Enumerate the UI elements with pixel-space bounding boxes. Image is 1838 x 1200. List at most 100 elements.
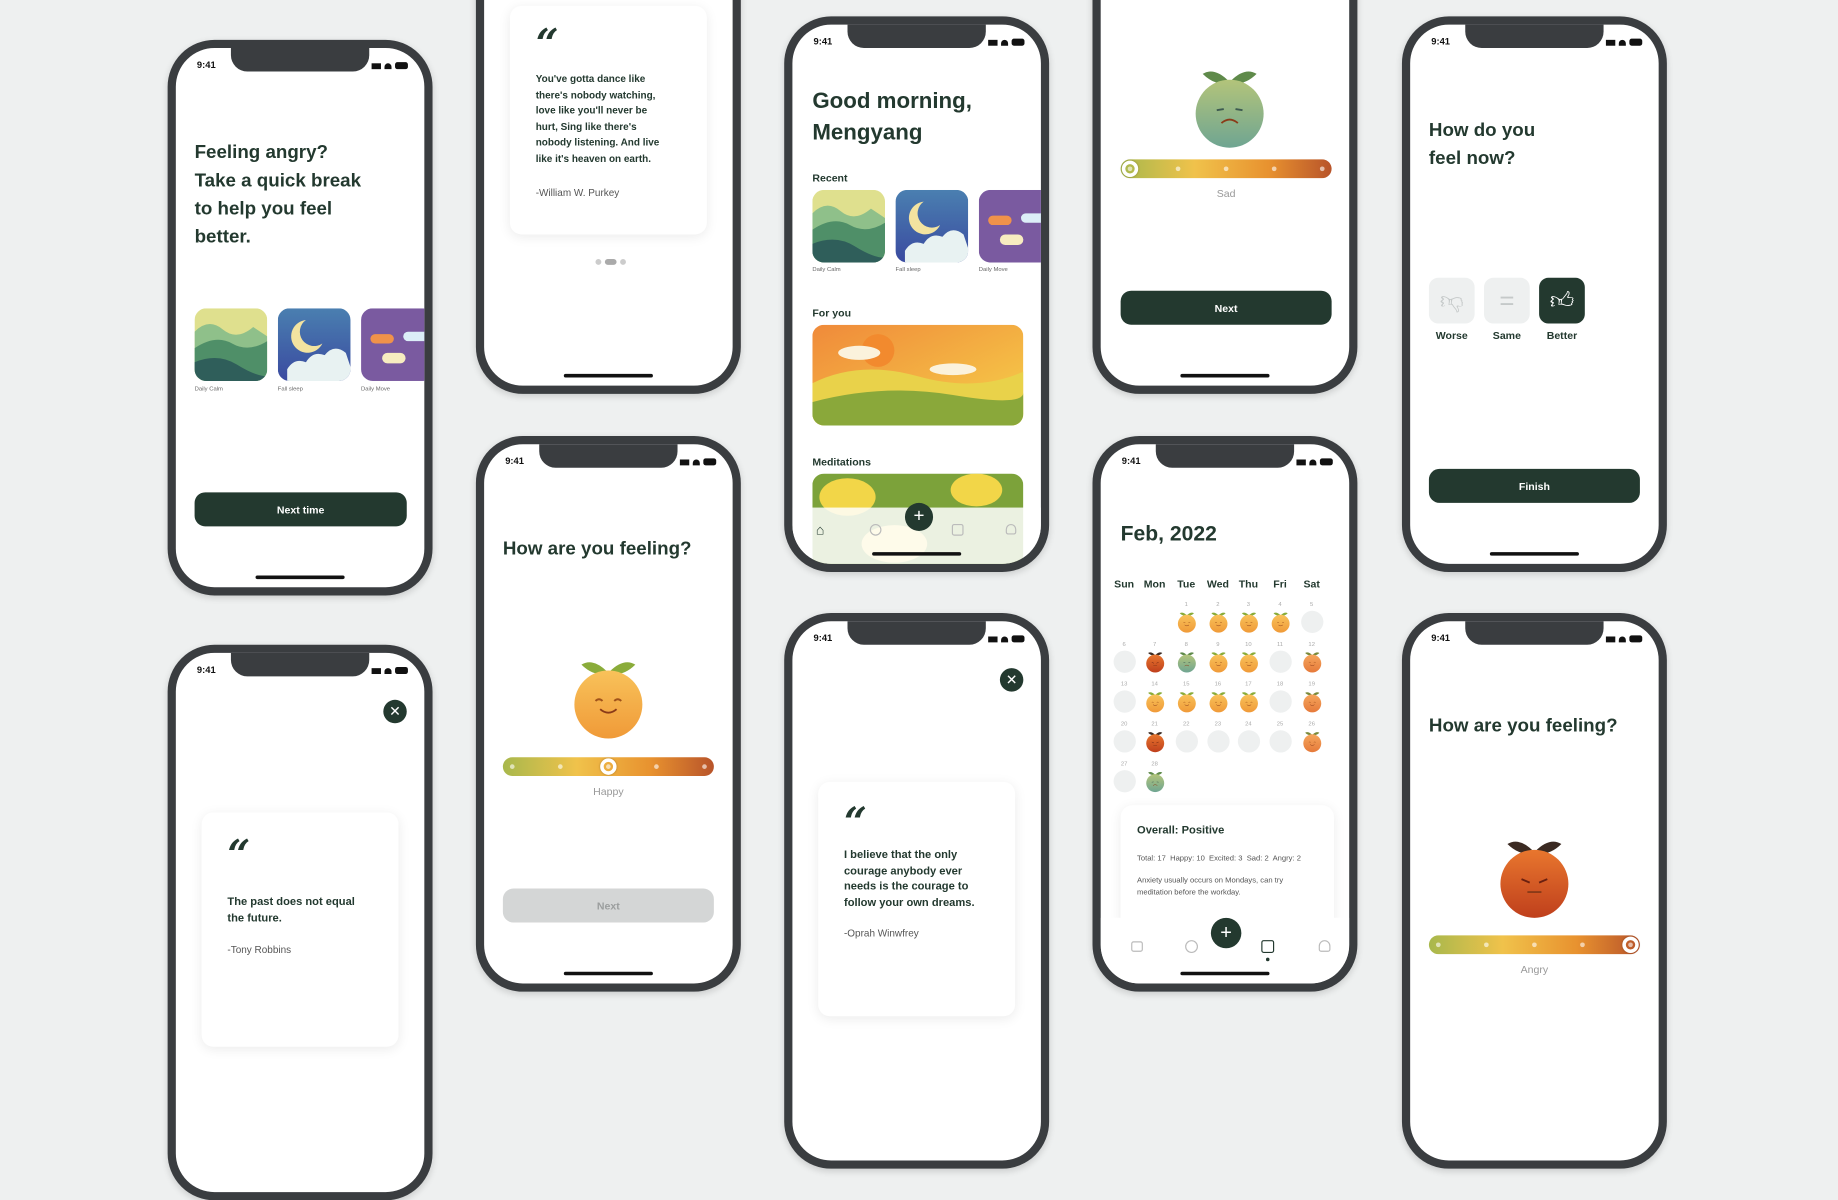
home-icon[interactable]: ⌂ [816, 522, 824, 538]
tile-fall-sleep[interactable] [277, 308, 351, 381]
recent-daily-move[interactable] [978, 189, 1041, 263]
day-mood-excited[interactable] [1301, 730, 1323, 753]
tile-daily-move[interactable] [361, 308, 425, 381]
slider-step-dot[interactable] [654, 764, 659, 769]
slider-step-dot[interactable] [1484, 942, 1489, 948]
close-button[interactable]: ✕ [999, 668, 1024, 692]
day-mood-happy[interactable] [1207, 690, 1229, 713]
plus-icon[interactable]: + [904, 502, 934, 532]
slider-step-dot[interactable] [557, 764, 563, 769]
slider-step-dot[interactable] [1319, 166, 1325, 172]
quote-card: “ I believe that the only courage anybod… [818, 781, 1016, 1017]
mood-label: Angry [1520, 963, 1549, 976]
slider-step-dot[interactable] [1435, 942, 1441, 948]
same-button[interactable]: = [1484, 277, 1530, 324]
compass-icon[interactable] [1185, 940, 1198, 953]
calendar-icon[interactable] [951, 523, 964, 536]
calendar-icon[interactable] [1261, 940, 1275, 953]
worse-button[interactable]: 👎︎ [1428, 277, 1475, 324]
notch [1465, 24, 1604, 49]
tile-label: Fall sleep [895, 266, 921, 274]
status-icons [988, 38, 1025, 46]
finish-button[interactable]: Finish [1428, 468, 1640, 503]
better-button[interactable]: 👍︎ [1539, 277, 1585, 324]
slider-step-dot[interactable] [1580, 942, 1585, 948]
quote-author: -William W. Purkey [535, 186, 620, 199]
user-icon[interactable] [1005, 523, 1017, 535]
page-dots[interactable] [595, 259, 626, 265]
day-mood-sad[interactable] [1143, 770, 1165, 793]
day-mood-happy[interactable] [1207, 611, 1229, 633]
next-button[interactable]: Next [502, 888, 714, 923]
status-time: 9:41 [813, 632, 833, 644]
day-mood-happy[interactable] [1237, 690, 1259, 713]
day-empty[interactable] [1113, 730, 1136, 753]
tile-label: Daily Move [361, 385, 391, 393]
quote-card: “ You've gotta dance like there's nobody… [509, 5, 707, 235]
day-empty[interactable] [1268, 730, 1292, 753]
day-empty[interactable] [1113, 690, 1136, 713]
day-mood-happy[interactable] [1207, 651, 1229, 673]
day-mood-angry[interactable] [1143, 730, 1165, 753]
for-you-banner[interactable] [812, 324, 1024, 426]
day-mood-happy[interactable] [1175, 690, 1197, 713]
day-number: 22 [1183, 720, 1190, 728]
status-time: 9:41 [196, 664, 216, 676]
weekday-sun: Sun [1114, 577, 1135, 590]
phone-angry-mood: 9:41 How are you feeling? Angry [1401, 613, 1667, 1169]
day-number: 11 [1276, 641, 1284, 649]
mood-slider[interactable] [1120, 159, 1332, 179]
day-mood-sad[interactable] [1175, 651, 1197, 673]
day-empty[interactable] [1237, 730, 1260, 753]
tile-daily-calm[interactable] [194, 308, 268, 381]
recent-daily-calm[interactable] [812, 189, 886, 263]
day-mood-excited[interactable] [1301, 651, 1323, 673]
slider-step-dot[interactable] [509, 764, 515, 769]
day-empty[interactable] [1113, 770, 1136, 793]
feeling-title: How are you feeling? [502, 539, 692, 560]
slider-step-dot[interactable] [702, 764, 707, 769]
recent-fall-sleep[interactable] [895, 189, 969, 263]
user-icon[interactable] [1318, 940, 1331, 952]
home-indicator [1180, 971, 1270, 976]
slider-step-dot[interactable] [1532, 942, 1537, 948]
weekday-tue: Tue [1177, 577, 1196, 590]
next-time-button[interactable]: Next time [194, 492, 407, 527]
close-button[interactable]: ✕ [383, 699, 407, 724]
slider-step-dot[interactable] [1175, 166, 1181, 172]
close-icon: ✕ [389, 703, 401, 720]
phone-feel-now: 9:41 How do you feel now? 👎︎ Worse = Sam… [1401, 16, 1667, 573]
slider-handle[interactable] [1121, 160, 1139, 178]
mood-label: Sad [1216, 187, 1236, 200]
slider-handle[interactable] [600, 758, 617, 775]
day-empty[interactable] [1175, 730, 1198, 753]
compass-icon[interactable] [869, 523, 882, 536]
slider-handle[interactable] [1622, 936, 1639, 953]
day-empty[interactable] [1300, 610, 1323, 633]
day-mood-happy[interactable] [1237, 611, 1259, 633]
meditations-label: Meditations [812, 455, 871, 468]
summary-note: Anxiety usually occurs on Mondays, can t… [1137, 876, 1284, 897]
day-mood-happy[interactable] [1143, 690, 1165, 713]
next-button[interactable]: Next [1120, 290, 1332, 325]
slider-step-dot[interactable] [1271, 166, 1277, 172]
day-empty[interactable] [1113, 650, 1136, 673]
day-mood-angry[interactable] [1143, 651, 1165, 673]
slider-step-dot[interactable] [1223, 166, 1229, 172]
quote-mark: “ [227, 832, 251, 880]
notch [847, 621, 986, 645]
day-mood-happy[interactable] [1237, 651, 1259, 673]
day-empty[interactable] [1268, 650, 1292, 673]
tile-label: Daily Calm [812, 266, 841, 274]
day-mood-happy[interactable] [1175, 611, 1197, 633]
plus-icon[interactable]: + [1210, 917, 1242, 949]
mood-slider[interactable] [502, 757, 714, 776]
mood-slider[interactable] [1428, 935, 1640, 955]
day-mood-excited[interactable] [1301, 690, 1323, 713]
day-empty[interactable] [1268, 690, 1292, 713]
quote-mark: “ [843, 799, 867, 847]
phone-sad-mood: Sad Next [1092, 0, 1358, 394]
day-empty[interactable] [1206, 730, 1230, 753]
home-icon[interactable] [1131, 941, 1143, 952]
day-mood-happy[interactable] [1269, 611, 1291, 633]
